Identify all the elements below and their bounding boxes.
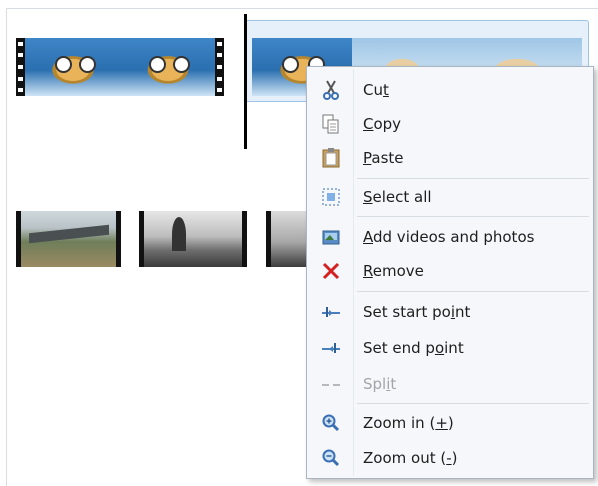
menu-item-split: Split xyxy=(307,367,593,401)
photo-thumbnail-2[interactable] xyxy=(139,211,247,267)
select-all-icon xyxy=(321,187,341,207)
playhead-indicator[interactable] xyxy=(244,14,247,149)
film-sprocket-right xyxy=(215,38,224,96)
menu-separator xyxy=(357,216,589,217)
clip-frame xyxy=(25,38,121,96)
set-end-point-icon xyxy=(321,338,341,358)
menu-label: Remove xyxy=(363,262,424,280)
menu-label: Paste xyxy=(363,149,404,167)
copy-icon xyxy=(321,114,341,134)
scissors-icon xyxy=(321,80,341,100)
split-icon xyxy=(321,374,341,394)
menu-label: Split xyxy=(363,375,397,393)
menu-separator xyxy=(357,291,589,292)
video-clip-1[interactable] xyxy=(16,38,224,96)
menu-label: Add videos and photos xyxy=(363,228,535,246)
menu-label: Zoom out (-) xyxy=(363,449,458,467)
menu-item-zoom-out[interactable]: Zoom out (-) xyxy=(307,441,593,475)
menu-item-select-all[interactable]: Select all xyxy=(307,180,593,214)
menu-item-zoom-in[interactable]: Zoom in (+) xyxy=(307,406,593,440)
menu-item-remove[interactable]: Remove xyxy=(307,254,593,288)
menu-label: Zoom in (+) xyxy=(363,414,454,432)
menu-item-add-videos-and-photos[interactable]: Add videos and photos xyxy=(307,220,593,254)
menu-item-set-end-point[interactable]: Set end point xyxy=(307,331,593,365)
menu-label: Cut xyxy=(363,81,389,99)
menu-item-copy[interactable]: Copy xyxy=(307,107,593,141)
menu-separator xyxy=(357,403,589,404)
zoom-out-icon xyxy=(321,448,341,468)
context-menu: Cut Copy Paste Select all Add videos and… xyxy=(306,66,594,479)
zoom-in-icon xyxy=(321,413,341,433)
menu-item-paste[interactable]: Paste xyxy=(307,141,593,175)
menu-separator xyxy=(357,178,589,179)
menu-label: Set start point xyxy=(363,303,471,321)
menu-item-cut[interactable]: Cut xyxy=(307,73,593,107)
paste-icon xyxy=(321,148,341,168)
set-start-point-icon xyxy=(321,302,341,322)
remove-icon xyxy=(321,261,341,281)
photo-thumbnail-1[interactable] xyxy=(16,211,121,267)
add-media-icon xyxy=(321,227,341,247)
menu-label: Copy xyxy=(363,115,402,133)
menu-label: Set end point xyxy=(363,339,464,357)
menu-item-set-start-point[interactable]: Set start point xyxy=(307,295,593,329)
menu-label: Select all xyxy=(363,188,432,206)
film-sprocket-left xyxy=(16,38,25,96)
clip-frame xyxy=(121,38,215,96)
